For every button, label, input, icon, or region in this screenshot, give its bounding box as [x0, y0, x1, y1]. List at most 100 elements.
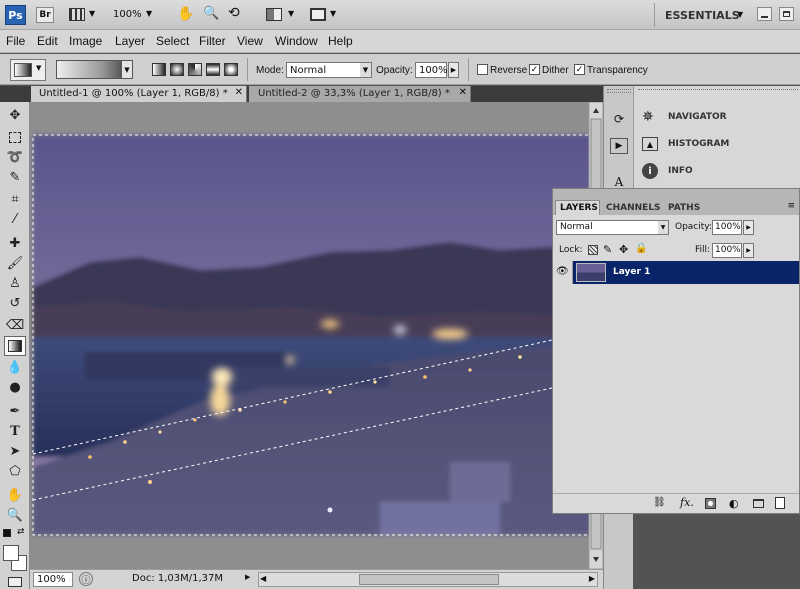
- slider-arrow-icon[interactable]: ▶: [743, 243, 754, 258]
- angle-gradient-button[interactable]: [188, 63, 202, 76]
- tab-channels[interactable]: CHANNELS: [606, 203, 661, 213]
- reverse-checkbox[interactable]: [477, 64, 488, 75]
- fill-input[interactable]: 100%: [712, 243, 742, 258]
- status-info-icon[interactable]: ⓘ: [79, 572, 93, 586]
- shape-tool-icon[interactable]: ⬠: [6, 462, 24, 480]
- horizontal-scrollbar[interactable]: ◀ ▶: [258, 572, 598, 587]
- hand-icon[interactable]: ✋: [6, 486, 24, 504]
- lock-all-icon[interactable]: 🔒: [635, 243, 647, 254]
- menu-image[interactable]: Image: [69, 34, 102, 48]
- document-canvas[interactable]: [30, 102, 603, 569]
- panel-menu-icon[interactable]: ≡: [787, 201, 795, 211]
- new-group-icon[interactable]: [753, 499, 764, 508]
- zoom-level[interactable]: 100%: [113, 9, 142, 20]
- new-layer-icon[interactable]: [775, 497, 785, 509]
- linear-gradient-button[interactable]: [152, 63, 166, 76]
- marquee-tool-icon[interactable]: [6, 128, 24, 146]
- add-mask-icon[interactable]: [705, 498, 716, 509]
- view-extras-icon[interactable]: [69, 8, 85, 21]
- gradient-tool-icon[interactable]: [4, 336, 26, 356]
- lock-transparent-pixels-icon[interactable]: [588, 245, 598, 255]
- spot-healing-tool-icon[interactable]: ✚: [6, 234, 24, 252]
- menu-edit[interactable]: Edit: [37, 34, 58, 48]
- slider-arrow-icon[interactable]: ▶: [743, 220, 754, 235]
- chevron-down-icon[interactable]: ▼: [288, 9, 294, 18]
- path-selection-tool-icon[interactable]: ➤: [6, 442, 24, 460]
- workspace-switcher[interactable]: ESSENTIALS: [665, 9, 740, 22]
- quick-mask-icon[interactable]: [8, 577, 22, 587]
- layer-name[interactable]: Layer 1: [613, 267, 650, 277]
- menu-filter[interactable]: Filter: [199, 34, 226, 48]
- tab-paths[interactable]: PATHS: [668, 203, 700, 213]
- status-menu-arrow[interactable]: ▶: [245, 573, 250, 581]
- clone-stamp-tool-icon[interactable]: ♙: [6, 274, 24, 292]
- histogram-panel-button[interactable]: ▲ HISTOGRAM: [640, 135, 790, 155]
- document-tab-active[interactable]: Untitled-1 @ 100% (Layer 1, RGB/8) * ✕: [31, 86, 247, 102]
- scroll-right-arrow[interactable]: ▶: [589, 574, 595, 583]
- scroll-left-arrow[interactable]: ◀: [260, 574, 266, 583]
- diamond-gradient-button[interactable]: [224, 63, 238, 76]
- radial-gradient-button[interactable]: [170, 63, 184, 76]
- layer-style-icon[interactable]: fx.: [680, 496, 694, 509]
- navigator-panel-button[interactable]: ✵ NAVIGATOR: [640, 108, 790, 128]
- lock-position-icon[interactable]: ✥: [619, 243, 628, 256]
- type-tool-icon[interactable]: T: [6, 422, 24, 440]
- quick-selection-tool-icon[interactable]: ✎: [6, 168, 24, 186]
- status-zoom-field[interactable]: 100%: [33, 572, 73, 587]
- history-brush-tool-icon[interactable]: ↺: [6, 294, 24, 312]
- screen-mode-icon[interactable]: [310, 8, 326, 21]
- chevron-down-icon[interactable]: ▼: [146, 9, 152, 18]
- chevron-down-icon[interactable]: ▼: [89, 9, 95, 18]
- link-layers-icon[interactable]: ⛓: [653, 497, 666, 508]
- menu-layer[interactable]: Layer: [115, 34, 145, 48]
- arrange-documents-icon[interactable]: [266, 8, 282, 21]
- menu-window[interactable]: Window: [275, 34, 318, 48]
- reflected-gradient-button[interactable]: [206, 63, 220, 76]
- tab-layers[interactable]: LAYERS: [555, 200, 600, 215]
- opacity-input[interactable]: 100%: [415, 62, 448, 78]
- dodge-tool-icon[interactable]: ●: [6, 378, 24, 396]
- chevron-down-icon[interactable]: ▼: [330, 9, 336, 18]
- lasso-tool-icon[interactable]: ➰: [6, 148, 24, 166]
- chevron-down-icon[interactable]: ▼: [737, 10, 743, 19]
- history-panel-icon[interactable]: ⟳: [610, 111, 628, 127]
- maximize-icon[interactable]: [779, 7, 794, 21]
- adjustment-layer-icon[interactable]: ◐: [729, 497, 739, 510]
- eraser-tool-icon[interactable]: ⌫: [6, 316, 24, 334]
- hand-icon[interactable]: ✋: [177, 6, 194, 22]
- menu-view[interactable]: View: [237, 34, 263, 48]
- gradient-picker[interactable]: ▼: [56, 60, 133, 79]
- dither-checkbox[interactable]: ✓: [529, 64, 540, 75]
- default-colors-icon[interactable]: [3, 529, 11, 537]
- close-icon[interactable]: ✕: [235, 87, 243, 98]
- rotate-view-icon[interactable]: ⟲: [228, 5, 240, 21]
- pen-tool-icon[interactable]: ✒: [6, 402, 24, 420]
- menu-file[interactable]: File: [6, 34, 25, 48]
- launch-bridge-button[interactable]: Br: [36, 7, 54, 23]
- layer-row-selected[interactable]: 👁 Layer 1: [553, 261, 799, 284]
- info-panel-button[interactable]: i INFO: [640, 162, 790, 182]
- minimize-icon[interactable]: [757, 7, 772, 21]
- eyedropper-tool-icon[interactable]: ⁄: [6, 210, 24, 228]
- menu-help[interactable]: Help: [328, 34, 353, 48]
- crop-tool-icon[interactable]: ⌗: [6, 190, 24, 208]
- brush-tool-icon[interactable]: 🖌: [6, 254, 24, 272]
- move-tool-icon[interactable]: ✥: [6, 106, 24, 124]
- close-icon[interactable]: ✕: [459, 87, 467, 98]
- tool-preset-picker[interactable]: ▼: [10, 59, 46, 81]
- document-tab[interactable]: Untitled-2 @ 33,3% (Layer 1, RGB/8) * ✕: [249, 86, 471, 102]
- menu-select[interactable]: Select: [156, 34, 189, 48]
- slider-arrow-icon[interactable]: ▶: [448, 62, 459, 78]
- canvas-area[interactable]: [30, 102, 603, 569]
- actions-panel-icon[interactable]: ▶: [610, 138, 628, 154]
- zoom-icon[interactable]: 🔍: [6, 506, 24, 524]
- foreground-color-swatch[interactable]: [3, 545, 19, 561]
- layer-visibility-toggle[interactable]: 👁: [553, 261, 573, 284]
- zoom-icon[interactable]: 🔍: [203, 6, 219, 21]
- mode-select[interactable]: Normal ▼: [286, 62, 372, 78]
- blur-tool-icon[interactable]: 💧: [6, 358, 24, 376]
- transparency-checkbox[interactable]: ✓: [574, 64, 585, 75]
- blend-mode-select[interactable]: Normal ▼: [556, 220, 669, 235]
- horizontal-scroll-thumb[interactable]: [359, 574, 499, 585]
- layer-opacity-input[interactable]: 100%: [712, 220, 742, 235]
